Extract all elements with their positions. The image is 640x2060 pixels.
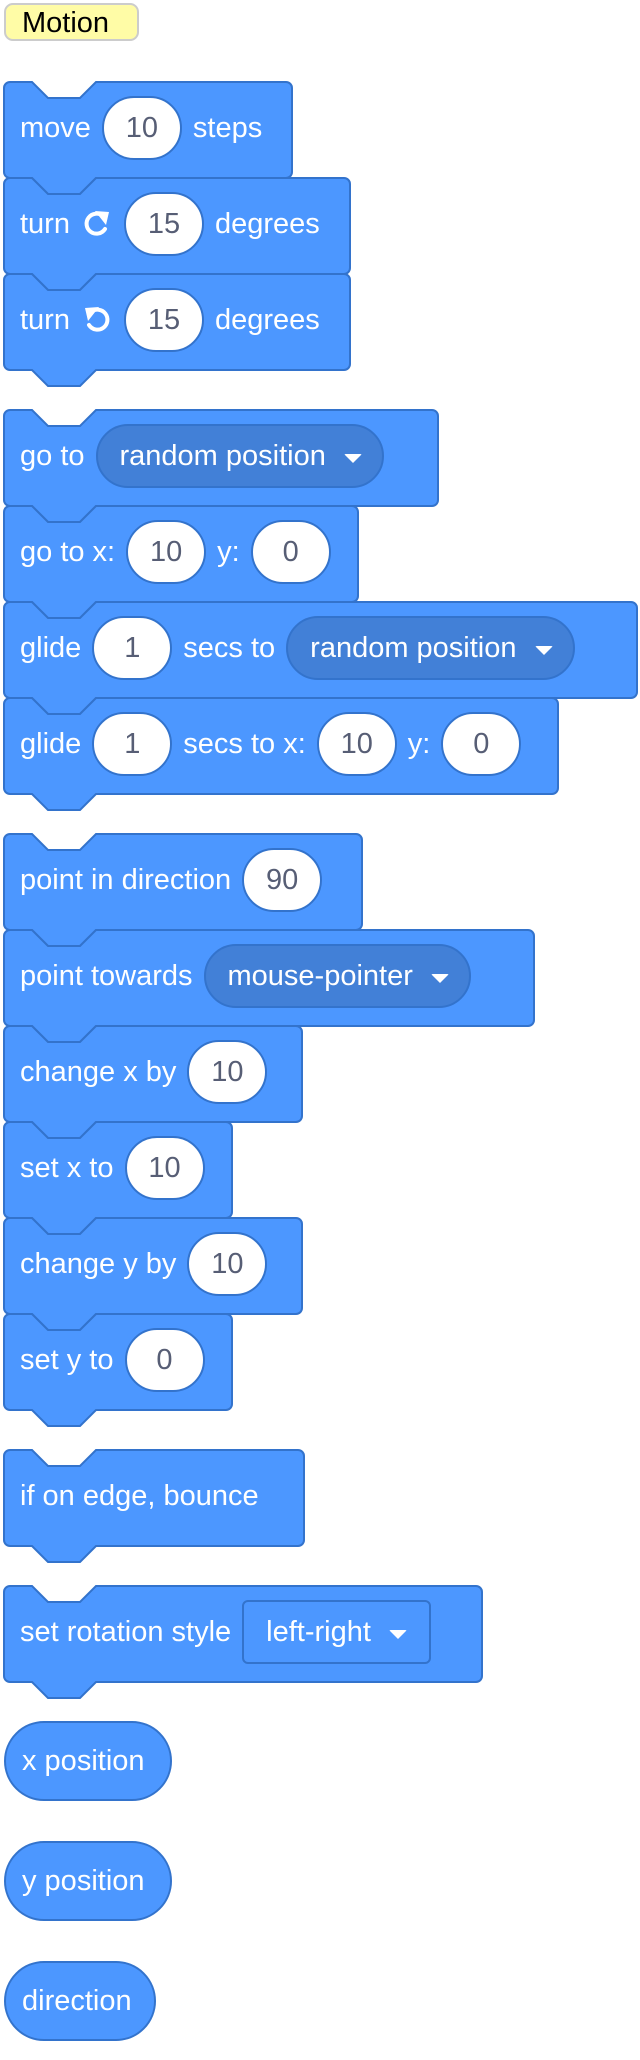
chevron-down-icon — [430, 973, 449, 983]
dropdown-value: left-right — [266, 1615, 371, 1648]
block-label: glide — [20, 727, 82, 760]
reporter-direction[interactable]: direction — [4, 1961, 156, 2041]
block-if-on-edge-bounce[interactable]: if on edge, bounce — [0, 1448, 308, 1563]
block-label: set rotation style — [20, 1615, 232, 1648]
secs-input[interactable]: 1 — [92, 616, 173, 680]
block-label: change x by — [20, 1055, 177, 1088]
block-label: steps — [192, 111, 263, 144]
reporter-label: direction — [22, 1984, 132, 2017]
block-label: glide — [20, 631, 82, 664]
y-value-input[interactable]: 0 — [124, 1328, 205, 1392]
category-label-motion[interactable]: Motion — [4, 3, 139, 41]
block-turn-left[interactable]: turn 15 degrees — [0, 272, 351, 387]
dropdown-value: random position — [310, 631, 517, 664]
glide-target-dropdown[interactable]: random position — [286, 616, 575, 680]
reporter-label: y position — [22, 1864, 145, 1897]
block-set-y[interactable]: set y to 0 — [0, 1312, 236, 1427]
dropdown-value: random position — [119, 439, 326, 472]
block-label: point towards — [20, 959, 193, 992]
block-label: secs to x: — [183, 727, 306, 760]
block-label: move — [20, 111, 91, 144]
degrees-input[interactable]: 15 — [123, 192, 204, 256]
rotate-left-icon — [81, 304, 113, 336]
point-towards-dropdown[interactable]: mouse-pointer — [203, 944, 471, 1008]
block-label: go to x: — [20, 535, 116, 568]
block-label: change y by — [20, 1247, 177, 1280]
y-input[interactable]: 0 — [441, 712, 522, 776]
reporter-y-position[interactable]: y position — [4, 1841, 172, 1921]
y-input[interactable]: 0 — [250, 520, 331, 584]
block-label: y: — [407, 727, 431, 760]
y-change-input[interactable]: 10 — [187, 1232, 268, 1296]
block-set-rotation-style[interactable]: set rotation style left-right — [0, 1584, 486, 1699]
x-change-input[interactable]: 10 — [187, 1040, 268, 1104]
x-input[interactable]: 10 — [126, 520, 207, 584]
block-glide-xy[interactable]: glide 1 secs to x: 10 y: 0 — [0, 696, 560, 811]
block-label: secs to — [183, 631, 276, 664]
steps-input[interactable]: 10 — [101, 96, 182, 160]
reporter-label: x position — [22, 1744, 145, 1777]
block-label: set y to — [20, 1343, 114, 1376]
direction-input[interactable]: 90 — [242, 848, 323, 912]
degrees-input[interactable]: 15 — [123, 288, 204, 352]
block-label: set x to — [20, 1151, 114, 1184]
secs-input[interactable]: 1 — [92, 712, 173, 776]
block-label: y: — [217, 535, 240, 568]
go-to-target-dropdown[interactable]: random position — [95, 424, 384, 488]
block-label: degrees — [214, 303, 320, 336]
block-label: turn — [20, 207, 70, 240]
chevron-down-icon — [343, 453, 362, 463]
block-label: go to — [20, 439, 85, 472]
x-value-input[interactable]: 10 — [124, 1136, 205, 1200]
rotate-right-icon — [81, 208, 113, 240]
block-label: point in direction — [20, 863, 232, 896]
block-label: turn — [20, 303, 70, 336]
x-input[interactable]: 10 — [316, 712, 397, 776]
rotation-style-dropdown[interactable]: left-right — [242, 1600, 431, 1664]
block-label: degrees — [214, 207, 320, 240]
dropdown-value: mouse-pointer — [227, 959, 413, 992]
block-label: if on edge, bounce — [20, 1479, 259, 1512]
reporter-x-position[interactable]: x position — [4, 1721, 172, 1801]
chevron-down-icon — [534, 645, 553, 655]
chevron-down-icon — [388, 1629, 407, 1639]
